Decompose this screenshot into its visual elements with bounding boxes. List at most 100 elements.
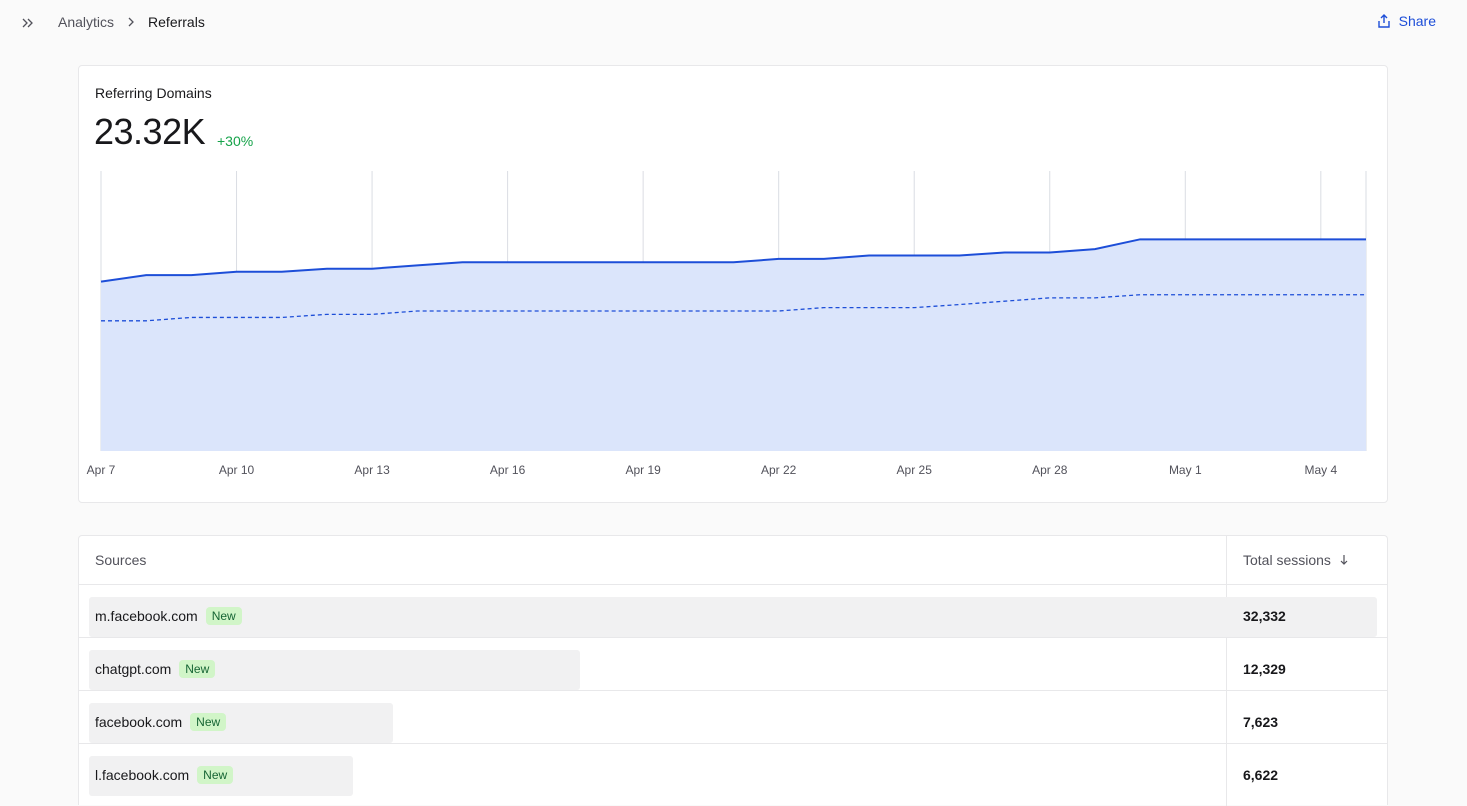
table-row[interactable]: facebook.com New 7,623: [79, 691, 1387, 744]
data-point: [97, 317, 105, 325]
data-point: [1046, 248, 1054, 256]
source-cell: facebook.com New: [95, 713, 227, 731]
share-button[interactable]: Share: [1377, 13, 1436, 29]
data-point: [1226, 291, 1234, 299]
source-domain: l.facebook.com: [95, 767, 190, 783]
data-point: [910, 252, 918, 260]
data-point: [1001, 248, 1009, 256]
data-point: [1091, 294, 1099, 302]
chevron-right-icon: [126, 16, 136, 28]
data-point: [187, 313, 195, 321]
x-tick-label: May 4: [1304, 463, 1337, 477]
x-tick-label: Apr 7: [87, 463, 116, 477]
sessions-value: 6,622: [1243, 767, 1279, 783]
x-tick-label: Apr 22: [761, 463, 797, 477]
data-point: [1136, 235, 1144, 243]
data-point: [820, 304, 828, 312]
data-point: [97, 278, 105, 286]
data-point: [1317, 291, 1325, 299]
data-point: [233, 313, 241, 321]
share-icon: [1377, 14, 1390, 28]
sessions-value: 7,623: [1243, 714, 1279, 730]
data-point: [368, 265, 376, 273]
referring-domains-card: Referring Domains 23.32K +30% Apr 7 Apr 1…: [78, 65, 1388, 503]
new-badge: New: [197, 766, 234, 784]
data-point: [594, 258, 602, 266]
data-point: [278, 313, 286, 321]
source-cell: chatgpt.com New: [95, 660, 216, 678]
expand-sidebar-button[interactable]: [18, 12, 38, 34]
sources-table: Sources Total sessions m.facebook.com Ne…: [78, 535, 1388, 806]
data-point: [775, 307, 783, 315]
data-point: [955, 252, 963, 260]
data-point: [278, 268, 286, 276]
data-point: [684, 258, 692, 266]
data-point: [504, 258, 512, 266]
share-label: Share: [1398, 13, 1436, 29]
data-point: [142, 271, 150, 279]
data-point: [233, 268, 241, 276]
x-tick-label: Apr 28: [1032, 463, 1068, 477]
total-sessions-label: Total sessions: [1243, 552, 1331, 568]
column-header-sources: Sources: [95, 552, 147, 568]
data-point: [413, 261, 421, 269]
data-point: [413, 307, 421, 315]
x-tick-label: Apr 13: [354, 463, 390, 477]
table-row[interactable]: l.facebook.com New 6,622: [79, 744, 1387, 797]
x-tick-label: Apr 25: [897, 463, 933, 477]
breadcrumb-current-page: Referrals: [148, 14, 205, 30]
session-share-bar: [89, 597, 1377, 637]
column-header-total-sessions[interactable]: Total sessions: [1243, 536, 1349, 584]
data-point: [142, 317, 150, 325]
x-tick-label: Apr 16: [490, 463, 526, 477]
data-point: [1272, 291, 1280, 299]
data-point: [910, 304, 918, 312]
data-point: [368, 310, 376, 318]
x-tick-label: Apr 19: [625, 463, 661, 477]
data-point: [684, 307, 692, 315]
table-row[interactable]: m.facebook.com New 32,332: [79, 585, 1387, 638]
table-row[interactable]: chatgpt.com New 12,329: [79, 638, 1387, 691]
data-point: [1001, 297, 1009, 305]
source-domain: facebook.com: [95, 714, 183, 730]
data-point: [639, 307, 647, 315]
data-point: [865, 304, 873, 312]
data-point: [458, 258, 466, 266]
breadcrumb: Analytics Referrals: [58, 14, 205, 30]
data-point: [1362, 235, 1370, 243]
data-point: [1272, 235, 1280, 243]
expand-sidebar-icon: [22, 18, 33, 28]
new-badge: New: [205, 607, 242, 625]
data-point: [1362, 291, 1370, 299]
top-bar: Analytics Referrals Share: [0, 0, 1467, 46]
referring-domains-chart[interactable]: Apr 7 Apr 10 Apr 13 Apr 16 Apr 19 Apr 22 Apr 2…: [79, 66, 1387, 502]
breadcrumb-analytics-link[interactable]: Analytics: [58, 14, 114, 30]
data-point: [1181, 235, 1189, 243]
source-domain: chatgpt.com: [95, 661, 172, 677]
data-point: [1091, 245, 1099, 253]
data-point: [458, 307, 466, 315]
data-point: [775, 255, 783, 263]
x-tick-label: Apr 10: [219, 463, 255, 477]
data-point: [1226, 235, 1234, 243]
data-point: [549, 307, 557, 315]
x-tick-label: May 1: [1169, 463, 1202, 477]
source-cell: l.facebook.com New: [95, 766, 234, 784]
source-cell: m.facebook.com New: [95, 607, 242, 625]
source-domain: m.facebook.com: [95, 608, 198, 624]
data-point: [730, 307, 738, 315]
data-point: [730, 258, 738, 266]
new-badge: New: [179, 660, 216, 678]
data-point: [504, 307, 512, 315]
data-point: [323, 310, 331, 318]
data-point: [1136, 291, 1144, 299]
arrow-down-icon: [1340, 555, 1348, 565]
data-point: [955, 301, 963, 309]
data-point: [639, 258, 647, 266]
data-point: [865, 252, 873, 260]
data-point: [323, 265, 331, 273]
data-point: [549, 258, 557, 266]
data-point: [1317, 235, 1325, 243]
data-point: [1181, 291, 1189, 299]
data-point: [1046, 294, 1054, 302]
